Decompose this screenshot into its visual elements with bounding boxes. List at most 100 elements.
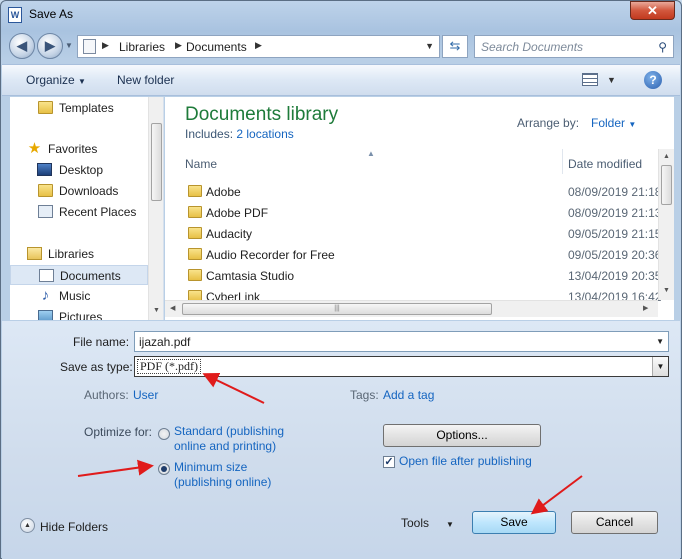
word-app-icon: W <box>8 7 22 23</box>
optimize-for-label: Optimize for: <box>84 425 153 439</box>
nav-label: Music <box>59 289 91 303</box>
save-as-type-dropdown-icon[interactable]: ▼ <box>652 357 668 376</box>
file-row[interactable]: Adobe PDF 08/09/2019 21:13 <box>185 202 661 223</box>
file-row[interactable]: Audacity 09/05/2019 21:15 <box>185 223 661 244</box>
arrange-by-dropdown[interactable]: Folder ▼ <box>591 116 636 130</box>
save-options-panel: File name: ijazah.pdf ▼ Save as type: PD… <box>2 321 680 559</box>
nav-item-recent-places[interactable]: Recent Places <box>10 202 148 222</box>
close-button[interactable]: ✕ <box>630 1 675 20</box>
refresh-button[interactable]: ⇆ <box>442 35 468 58</box>
nav-item-templates[interactable]: Templates <box>10 98 148 118</box>
scroll-up-icon[interactable]: ▲ <box>663 153 670 160</box>
folder-icon <box>188 185 202 197</box>
address-bar[interactable]: ▶ Libraries ▶ Documents ▶ ▼ <box>77 35 440 58</box>
nav-item-favorites[interactable]: ★ Favorites <box>10 139 148 159</box>
minimum-line2: (publishing online) <box>174 475 272 489</box>
new-folder-button[interactable]: New folder <box>117 73 174 87</box>
file-list-hscrollbar[interactable]: ◀ ||| ▶ <box>165 300 658 317</box>
navigation-pane: Templates ★ Favorites Desktop Downloads … <box>10 97 164 320</box>
column-header-date[interactable]: Date modified <box>568 149 658 174</box>
nav-item-pictures[interactable]: Pictures <box>10 307 148 320</box>
view-options-icon[interactable] <box>582 73 598 86</box>
breadcrumb-arrow-icon[interactable]: ▶ <box>102 40 109 51</box>
nav-item-desktop[interactable]: Desktop <box>10 160 148 180</box>
tools-label: Tools <box>401 516 430 530</box>
nav-label: Documents <box>60 269 121 283</box>
open-after-publishing-checkbox[interactable]: ✓ <box>383 456 395 468</box>
optimize-minimum-label[interactable]: Minimum size (publishing online) <box>174 460 271 490</box>
hide-folders-icon[interactable]: ▲ <box>20 518 35 533</box>
nav-label: Recent Places <box>59 205 137 219</box>
folder-icon <box>38 101 53 114</box>
recent-pages-dropdown-icon[interactable]: ▼ <box>65 41 73 50</box>
organize-menu[interactable]: Organize ▼ <box>26 73 86 87</box>
file-row[interactable]: Audio Recorder for Free 09/05/2019 20:36 <box>185 244 661 265</box>
forward-button[interactable]: ▶ <box>37 33 63 59</box>
hide-folders-button[interactable]: Hide Folders <box>40 520 108 534</box>
nav-scrollbar[interactable]: ▼ <box>148 97 163 320</box>
command-toolbar: Organize ▼ New folder ▼ ? <box>2 64 680 96</box>
options-button[interactable]: Options... <box>383 424 541 447</box>
authors-label: Authors: <box>84 388 129 402</box>
save-as-type-label: Save as type: <box>60 360 133 374</box>
file-name-dropdown-icon[interactable]: ▼ <box>656 337 664 346</box>
star-icon: ★ <box>27 140 42 157</box>
tags-input[interactable]: Add a tag <box>383 388 434 402</box>
save-button[interactable]: Save <box>472 511 556 534</box>
scroll-down-icon[interactable]: ▼ <box>663 287 670 294</box>
file-scroll-thumb[interactable] <box>661 165 672 205</box>
search-icon[interactable]: ⚲ <box>658 40 667 54</box>
nav-item-documents[interactable]: Documents <box>10 265 148 285</box>
file-name-field[interactable]: ijazah.pdf ▼ <box>134 331 669 352</box>
address-dropdown-icon[interactable]: ▼ <box>425 41 434 51</box>
file-row[interactable]: Camtasia Studio 13/04/2019 20:35 <box>185 265 661 286</box>
folder-icon <box>188 269 202 281</box>
scroll-down-icon[interactable]: ▼ <box>153 307 160 314</box>
save-as-dialog: W Save As ✕ ◀ ▶ ▼ ▶ Libraries ▶ Document… <box>0 0 682 559</box>
library-includes: Includes: 2 locations <box>185 127 294 141</box>
save-as-type-value: PDF (*.pdf) <box>137 359 202 374</box>
folder-icon <box>188 206 202 218</box>
standard-line2: online and printing) <box>174 439 277 453</box>
title-bar: W Save As ✕ <box>1 1 681 29</box>
recent-places-icon <box>38 205 53 218</box>
breadcrumb-arrow-icon[interactable]: ▶ <box>175 40 182 51</box>
optimize-standard-label[interactable]: Standard (publishing online and printing… <box>174 424 284 454</box>
column-header-name[interactable]: Name <box>185 149 562 174</box>
documents-icon <box>39 269 54 282</box>
file-date: 09/05/2019 20:36 <box>568 248 662 262</box>
authors-value[interactable]: User <box>133 388 158 402</box>
view-dropdown-icon[interactable]: ▼ <box>607 75 616 85</box>
file-list-scrollbar[interactable]: ▲ ▼ <box>658 149 674 300</box>
locations-link[interactable]: 2 locations <box>236 127 293 141</box>
help-icon[interactable]: ? <box>644 71 662 89</box>
breadcrumb-libraries[interactable]: Libraries <box>119 40 165 54</box>
column-date-label: Date modified <box>568 157 643 171</box>
column-divider[interactable] <box>562 149 563 174</box>
open-after-publishing-label[interactable]: Open file after publishing <box>399 454 532 468</box>
nav-item-libraries[interactable]: Libraries <box>10 244 148 264</box>
file-row[interactable]: Adobe 08/09/2019 21:18 <box>185 181 661 202</box>
breadcrumb-arrow-icon[interactable]: ▶ <box>255 40 262 51</box>
standard-line1: Standard (publishing <box>174 424 285 438</box>
optimize-standard-radio[interactable] <box>158 428 170 440</box>
nav-item-downloads[interactable]: Downloads <box>10 181 148 201</box>
library-location-icon <box>83 39 96 54</box>
scroll-left-icon[interactable]: ◀ <box>170 304 175 312</box>
includes-label: Includes: <box>185 127 234 141</box>
save-as-type-select[interactable]: PDF (*.pdf) ▼ <box>134 356 669 377</box>
search-input[interactable]: Search Documents ⚲ <box>474 35 674 58</box>
nav-label: Desktop <box>59 163 104 177</box>
tools-menu[interactable]: Tools ▼ <box>401 516 454 530</box>
pictures-icon <box>38 310 53 320</box>
nav-item-music[interactable]: ♪ Music <box>10 286 148 306</box>
tools-dropdown-icon[interactable]: ▼ <box>446 520 454 529</box>
nav-scroll-thumb[interactable] <box>151 123 162 201</box>
breadcrumb-documents[interactable]: Documents <box>186 40 247 54</box>
scroll-right-icon[interactable]: ▶ <box>643 304 648 312</box>
hscroll-thumb[interactable]: ||| <box>182 303 492 315</box>
optimize-minimum-radio[interactable] <box>158 463 170 475</box>
library-title: Documents library <box>185 104 339 125</box>
back-button[interactable]: ◀ <box>9 33 35 59</box>
cancel-button[interactable]: Cancel <box>571 511 658 534</box>
